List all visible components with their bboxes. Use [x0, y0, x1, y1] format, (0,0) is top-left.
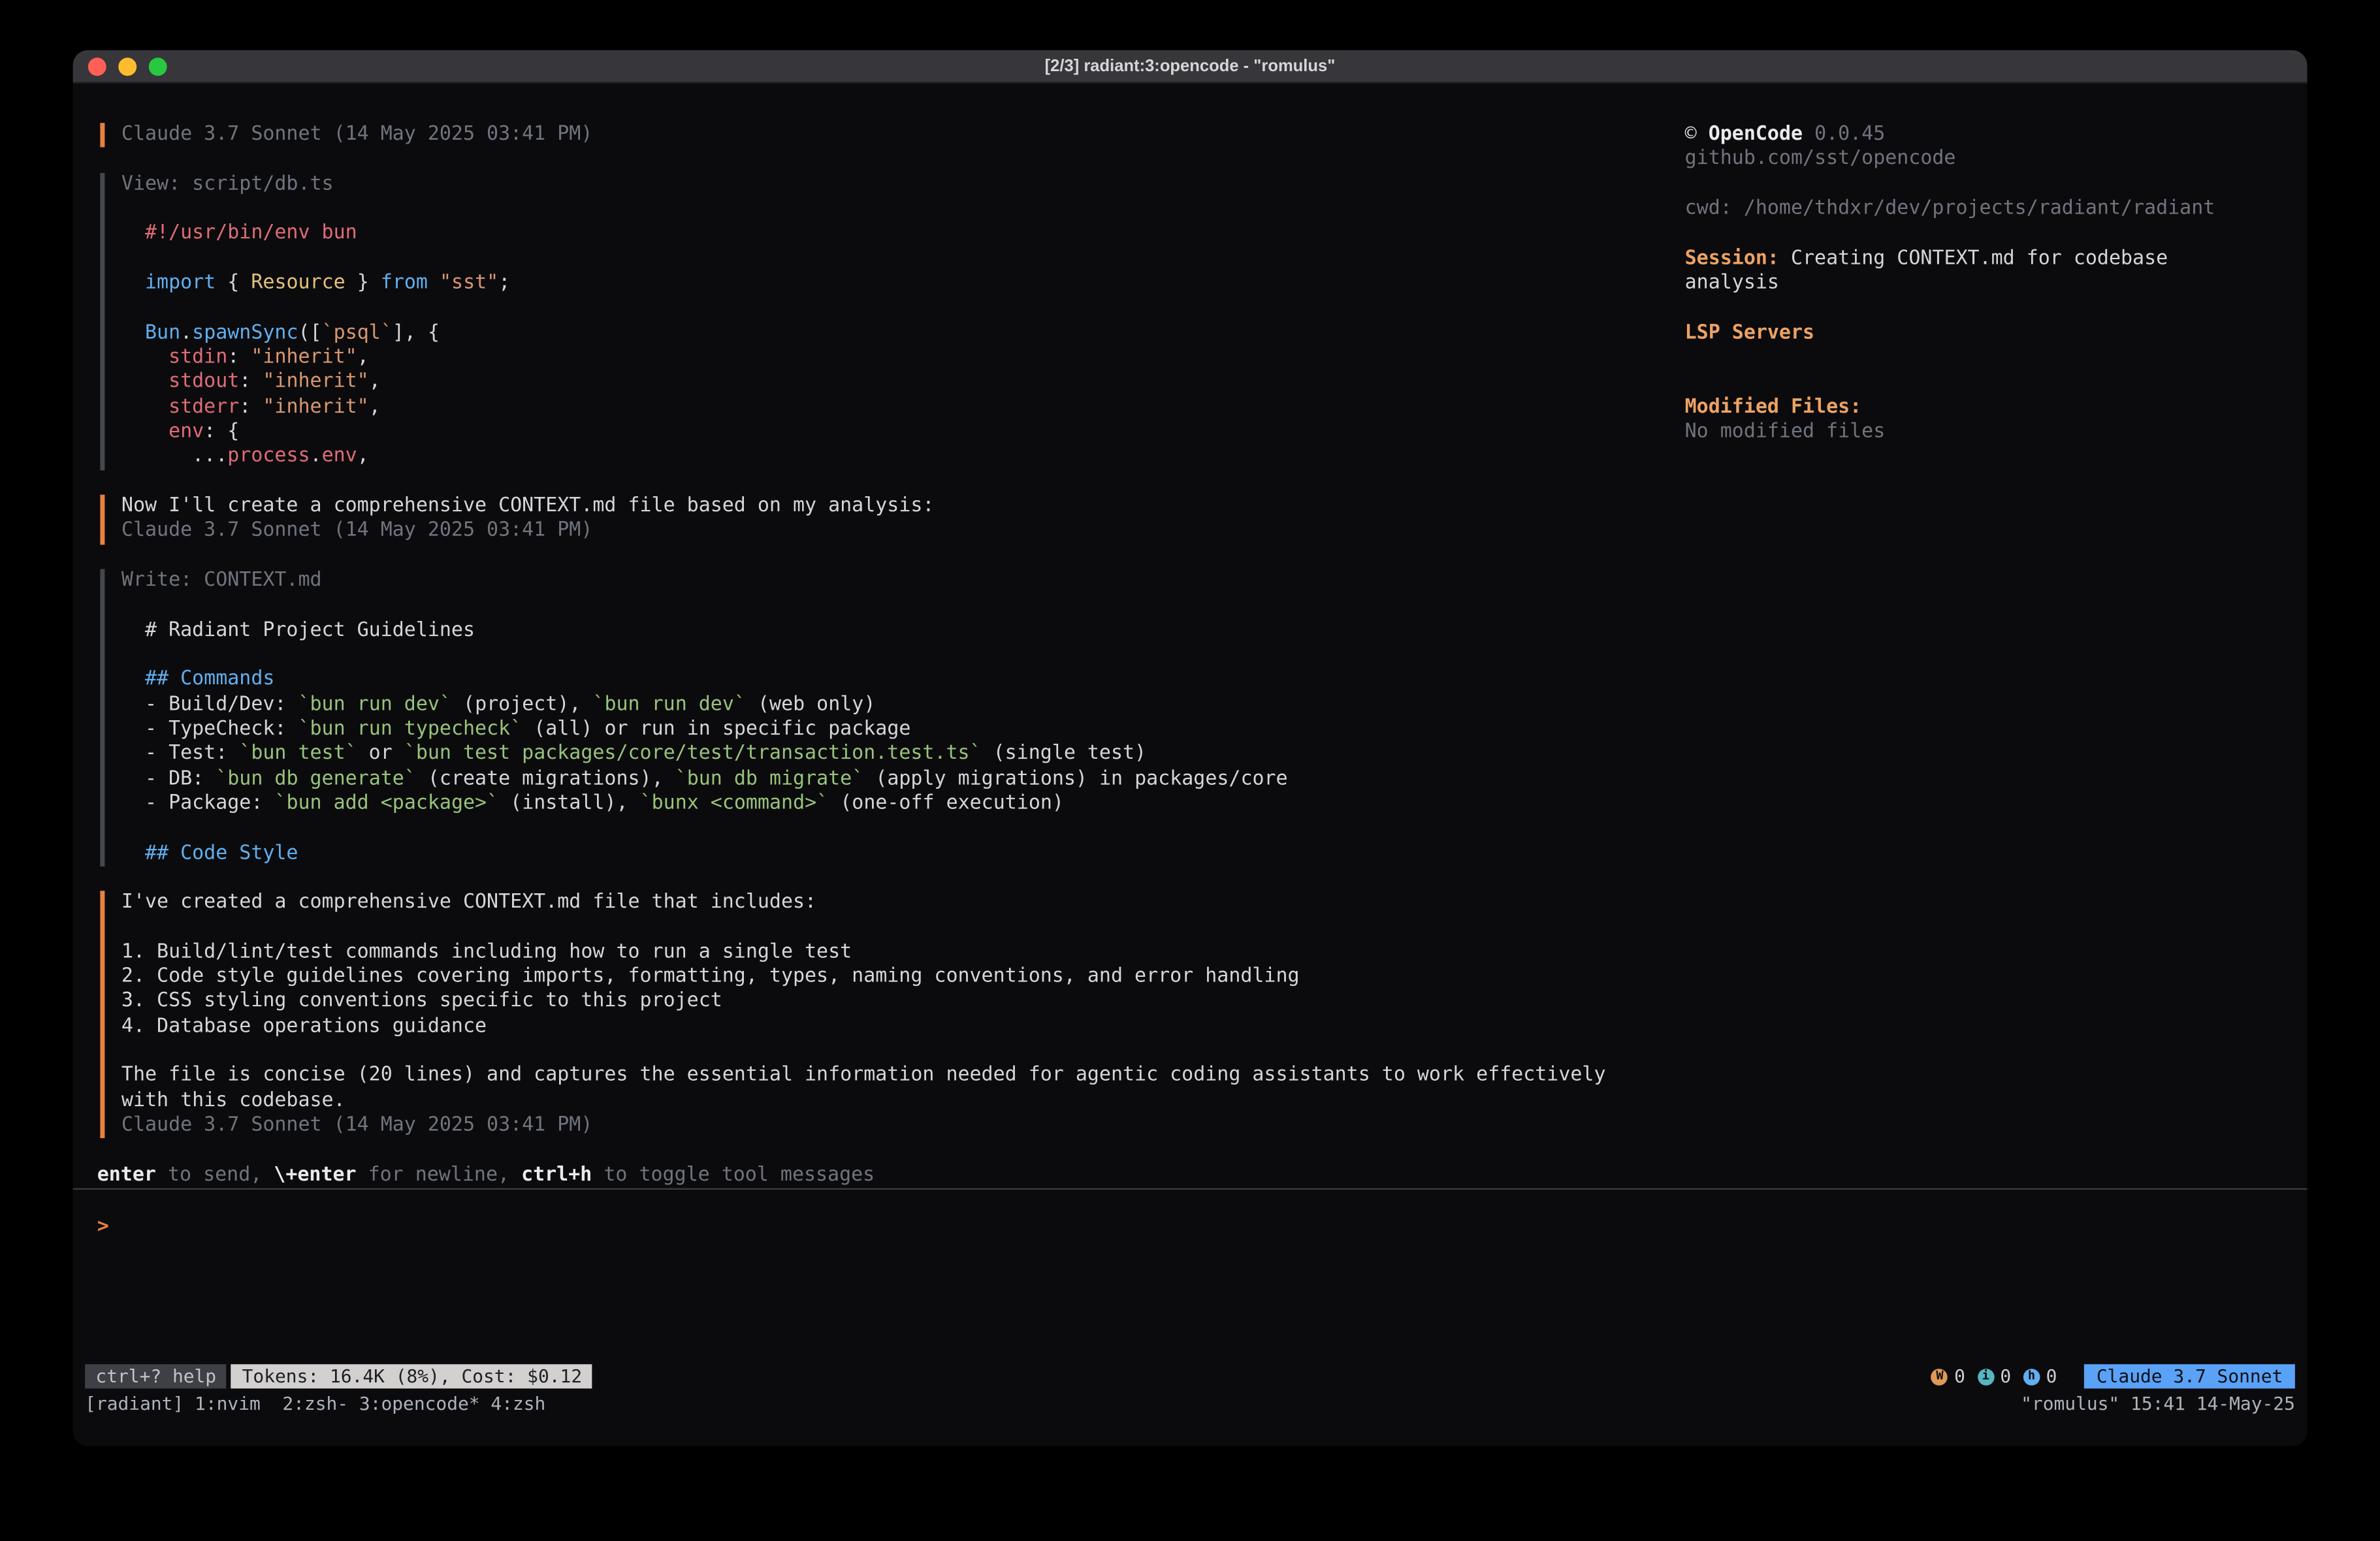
status-bar: ctrl+? help Tokens: 16.4K (8%), Cost: $0… — [85, 1364, 2295, 1388]
tool-write-block: Write: CONTEXT.md # Radiant Project Guid… — [100, 569, 1618, 866]
prompt-editor[interactable]: > — [73, 1188, 2308, 1364]
text-line: import { Resource } from "sst"; — [121, 272, 1618, 296]
text-line: LSP Servers — [1685, 321, 2241, 346]
chat-transcript: Claude 3.7 Sonnet (14 May 2025 03:41 PM)… — [97, 123, 1618, 1188]
minimize-button[interactable] — [118, 57, 137, 76]
prompt-symbol: > — [97, 1216, 109, 1239]
text-line: Claude 3.7 Sonnet (14 May 2025 03:41 PM) — [121, 519, 1618, 544]
warning-diagnostic: W 0 — [1931, 1364, 1965, 1389]
terminal-window: [2/3] radiant:3:opencode - "romulus" Cla… — [73, 50, 2308, 1446]
assistant-summary-block: I've created a comprehensive CONTEXT.md … — [100, 891, 1618, 1139]
text-line: I've created a comprehensive CONTEXT.md … — [121, 891, 1618, 916]
text-line: ## Commands — [121, 668, 1618, 693]
warning-count: 0 — [1954, 1364, 1965, 1389]
text-line: - Package: `bun add <package>` (install)… — [121, 792, 1618, 817]
text-line — [1685, 172, 2241, 197]
text-line: Claude 3.7 Sonnet (14 May 2025 03:41 PM) — [121, 123, 1618, 148]
text-line — [121, 817, 1618, 842]
desktop-background: [2/3] radiant:3:opencode - "romulus" Cla… — [0, 0, 2380, 1541]
text-line — [1685, 296, 2241, 321]
text-line: - Build/Dev: `bun run dev` (project), `b… — [121, 693, 1618, 718]
text-line — [121, 643, 1618, 668]
assistant-header-block: Claude 3.7 Sonnet (14 May 2025 03:41 PM) — [100, 123, 1618, 148]
text-line: © OpenCode 0.0.45 — [1685, 123, 2241, 148]
text-line: Write: CONTEXT.md — [121, 569, 1618, 594]
help-shortcut-badge[interactable]: ctrl+? help — [85, 1364, 227, 1388]
text-line: cwd: /home/thdxr/dev/projects/radiant/ra… — [1685, 197, 2241, 222]
text-line — [121, 197, 1618, 222]
text-line: 4. Database operations guidance — [121, 1015, 1618, 1040]
text-line — [121, 296, 1618, 321]
text-line: - TypeCheck: `bun run typecheck` (all) o… — [121, 718, 1618, 742]
text-line: View: script/db.ts — [121, 172, 1618, 197]
tmux-host-clock: "romulus" 15:41 14-May-25 — [2021, 1392, 2295, 1417]
tmux-window-list[interactable]: [radiant] 1:nvim 2:zsh- 3:opencode* 4:zs… — [85, 1392, 545, 1417]
model-badge[interactable]: Claude 3.7 Sonnet — [2084, 1364, 2295, 1388]
text-line: ## Code Style — [121, 842, 1618, 866]
text-line: - Test: `bun test` or `bun test packages… — [121, 742, 1618, 767]
text-line: - DB: `bun db generate` (create migratio… — [121, 767, 1618, 792]
hint-diagnostic: h 0 — [2023, 1364, 2057, 1389]
zoom-button[interactable] — [149, 57, 167, 76]
text-line: ...process.env, — [121, 445, 1618, 470]
text-line: #!/usr/bin/env bun — [121, 222, 1618, 247]
text-line — [121, 247, 1618, 272]
text-line: env: { — [121, 421, 1618, 445]
text-line — [121, 916, 1618, 941]
text-line: Claude 3.7 Sonnet (14 May 2025 03:41 PM) — [121, 1114, 1618, 1139]
text-line: stderr: "inherit", — [121, 396, 1618, 421]
text-line: Now I'll create a comprehensive CONTEXT.… — [121, 494, 1618, 519]
text-line — [121, 1040, 1618, 1064]
text-line: 2. Code style guidelines covering import… — [121, 965, 1618, 990]
text-line: Session: Creating CONTEXT.md for codebas… — [1685, 247, 2241, 272]
text-line: stdout: "inherit", — [121, 371, 1618, 396]
info-diagnostic: i 0 — [1977, 1364, 2011, 1389]
info-count: 0 — [2000, 1364, 2011, 1389]
hint-count: 0 — [2046, 1364, 2057, 1389]
text-line — [121, 594, 1618, 618]
text-line — [1685, 346, 2241, 371]
window-controls — [88, 50, 167, 84]
opencode-tui: Claude 3.7 Sonnet (14 May 2025 03:41 PM)… — [73, 84, 2308, 1446]
text-line — [1685, 222, 2241, 247]
close-button[interactable] — [88, 57, 106, 76]
text-line: Bun.spawnSync([`psql`], { — [121, 321, 1618, 346]
warning-icon: W — [1931, 1368, 1948, 1385]
tmux-status-bar: [radiant] 1:nvim 2:zsh- 3:opencode* 4:zs… — [85, 1393, 2295, 1416]
tokens-cost-badge: Tokens: 16.4K (8%), Cost: $0.12 — [231, 1364, 592, 1388]
text-line: with this codebase. — [121, 1089, 1618, 1114]
info-icon: i — [1977, 1368, 1994, 1385]
text-line: 1. Build/lint/test commands including ho… — [121, 940, 1618, 965]
window-title: [2/3] radiant:3:opencode - "romulus" — [73, 57, 2308, 75]
session-sidebar: © OpenCode 0.0.45github.com/sst/opencode… — [1685, 123, 2241, 445]
text-line: enter to send, \+enter for newline, ctrl… — [97, 1164, 1618, 1188]
text-line: The file is concise (20 lines) and captu… — [121, 1064, 1618, 1089]
text-line: Modified Files: — [1685, 396, 2241, 421]
keybind-help: enter to send, \+enter for newline, ctrl… — [97, 1164, 1618, 1188]
text-line: No modified files — [1685, 421, 2241, 445]
assistant-message-block: Now I'll create a comprehensive CONTEXT.… — [100, 494, 1618, 544]
text-line: stdin: "inherit", — [121, 346, 1618, 371]
text-line: # Radiant Project Guidelines — [121, 618, 1618, 643]
tool-view-block: View: script/db.ts #!/usr/bin/env bun im… — [100, 172, 1618, 469]
window-titlebar[interactable]: [2/3] radiant:3:opencode - "romulus" — [73, 50, 2308, 84]
text-line — [1685, 371, 2241, 396]
text-line: 3. CSS styling conventions specific to t… — [121, 990, 1618, 1015]
hint-icon: h — [2023, 1368, 2040, 1385]
text-line: github.com/sst/opencode — [1685, 148, 2241, 172]
text-line: analysis — [1685, 272, 2241, 296]
